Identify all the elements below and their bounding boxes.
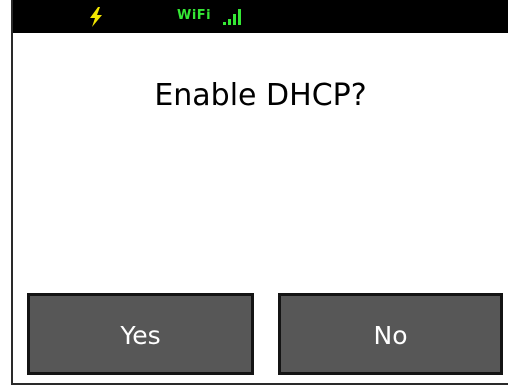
yes-button[interactable]: Yes xyxy=(27,293,254,375)
wifi-label: WiFi xyxy=(177,8,212,23)
lightning-bolt-icon xyxy=(90,7,102,27)
no-button-label: No xyxy=(373,320,408,350)
device-screen: WiFi Enable DHCP? Yes No xyxy=(11,0,508,385)
dialog-prompt: Enable DHCP? xyxy=(154,78,367,113)
no-button[interactable]: No xyxy=(278,293,503,375)
signal-bars-icon xyxy=(223,9,241,25)
yes-button-label: Yes xyxy=(120,320,161,350)
status-bar: WiFi xyxy=(13,0,508,33)
